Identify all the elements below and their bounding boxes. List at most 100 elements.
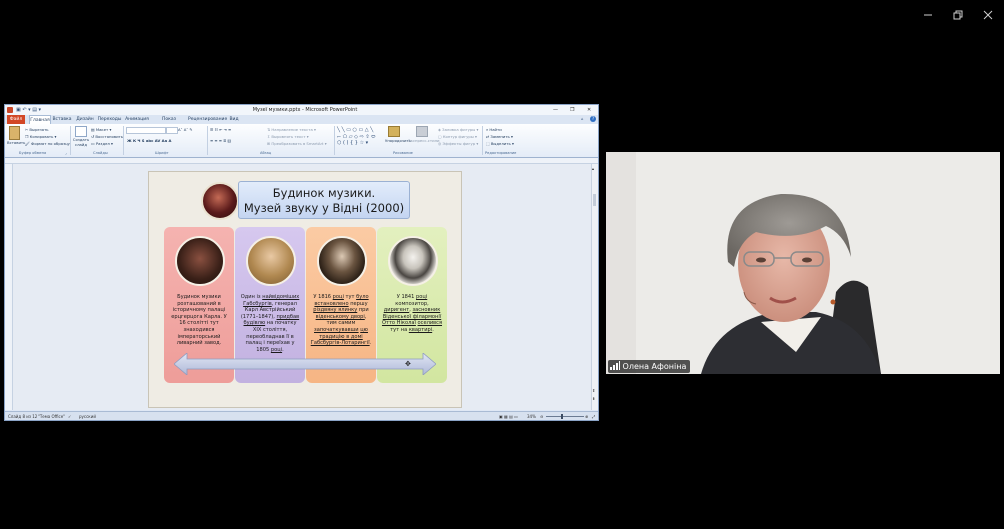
paste-label: Вставить <box>7 140 26 145</box>
quick-access-toolbar[interactable]: ▣ ↶ ▾ ▤ ▾ <box>16 105 41 115</box>
ppt-close-icon[interactable]: ✕ <box>587 105 591 115</box>
card-4-text-part: диригент <box>383 307 410 314</box>
cut-button[interactable]: ✂ Вырезать <box>25 127 49 132</box>
tab-animation[interactable]: Анимация <box>124 115 150 124</box>
convert-smartart-button[interactable]: ⊞ Преобразовать в SmartArt ▾ <box>267 141 327 146</box>
tab-view[interactable]: Вид <box>227 115 241 124</box>
view-buttons[interactable]: ▣ ▦ ▤ ▭ <box>499 412 518 420</box>
arrange-button[interactable]: Упорядочить <box>385 126 411 143</box>
restore-icon <box>953 10 963 20</box>
quick-styles-button[interactable]: Экспресс-стили <box>408 126 439 143</box>
outline-icon: ▢ <box>438 134 442 139</box>
ribbon-tabs: Файл Главная Вставка Дизайн Переходы Ани… <box>5 115 598 131</box>
tab-design[interactable]: Дизайн <box>75 115 95 124</box>
replace-icon: ⇄ <box>486 134 490 139</box>
card-3-text-part: році <box>332 294 344 300</box>
vertical-scrollbar[interactable]: ▴ ⇞ ⇟ <box>591 164 598 410</box>
reset-button[interactable]: ↺ Восстановить <box>91 134 123 139</box>
slide[interactable]: Будинок музики. Музей звуку у Відні (200… <box>148 171 462 408</box>
webcam-video-tile[interactable]: Олена Афоніна <box>606 152 1000 374</box>
ppt-restore-icon[interactable]: ❐ <box>570 105 574 115</box>
font-size-select[interactable] <box>166 127 178 134</box>
tab-file[interactable]: Файл <box>7 115 25 124</box>
ppt-logo-icon <box>7 107 13 113</box>
smartart-icon: ⊞ <box>267 141 271 146</box>
scroll-thumb[interactable] <box>593 194 596 206</box>
group-font-label: Шрифт <box>155 151 169 155</box>
card-photo-portrait-karl <box>246 236 296 286</box>
select-icon: ⬚ <box>486 141 490 146</box>
replace-button[interactable]: ⇄ Заменить ▾ <box>486 134 513 139</box>
tab-review[interactable]: Рецензирование <box>188 115 227 124</box>
participant-video <box>606 152 1000 374</box>
find-button[interactable]: ⌕ Найти <box>486 127 502 132</box>
group-drawing-label: Рисование <box>393 151 413 155</box>
fit-slide-icon[interactable]: ⤢ <box>592 412 595 420</box>
card-text-4: У 1841 році композитор, диригент, заснов… <box>381 294 443 334</box>
align-text-icon: ⇳ <box>267 134 271 139</box>
scroll-up-icon[interactable]: ▴ <box>592 166 594 171</box>
shape-fill-button[interactable]: ◈ Заливка фигуры ▾ <box>438 127 478 132</box>
layout-button[interactable]: ▤ Макет ▾ <box>91 127 111 132</box>
shapes-gallery[interactable]: ╲ ╲ ▭ ○ ▭ △ ╲ ⌐ ⬠ ▱ ◇ ⇨ ⇧ ⬭ ⬡ ( ) { } ☆ ▾ <box>337 127 383 148</box>
font-size-buttons[interactable]: A˄ A˅ ✎ <box>178 127 193 132</box>
participant-name: Олена Афоніна <box>622 362 687 371</box>
text-direction-label: Направление текста <box>271 127 313 132</box>
shape-outline-button[interactable]: ▢ Контур фигуры ▾ <box>438 134 477 139</box>
paste-button[interactable]: Вставить <box>7 126 25 145</box>
zoom-in-icon[interactable]: ⊕ <box>585 412 588 420</box>
card-3-text-part: віденському дворі <box>315 313 365 320</box>
help-icon[interactable]: ? <box>590 116 596 122</box>
tab-slideshow[interactable]: Показ слайдов <box>152 115 186 131</box>
convert-smartart-label: Преобразовать в SmartArt <box>271 141 324 146</box>
section-button[interactable]: ▭ Раздел ▾ <box>91 141 113 146</box>
restore-button[interactable] <box>951 8 965 22</box>
card-2-text-part: . <box>282 346 284 353</box>
tab-insert[interactable]: Вставка <box>52 115 72 124</box>
card-4-text-part: композитор, <box>395 300 429 307</box>
zoom-slider-thumb[interactable] <box>561 414 563 419</box>
card-3-text-part: Габсбургів-Лотарингії <box>310 340 370 347</box>
ribbon-collapse-icon[interactable]: ▵ <box>581 115 583 124</box>
card-3-text-part: У 1816 <box>313 294 333 300</box>
zoom-out-icon[interactable]: ⊖ <box>540 412 543 420</box>
powerpoint-window[interactable]: ▣ ↶ ▾ ▤ ▾ Музеї музики.pptx - Microsoft … <box>4 104 599 421</box>
copy-button[interactable]: ❐ Копировать ▾ <box>25 134 56 139</box>
replace-label: Заменить <box>490 134 510 139</box>
card-4-text-part: Отто Ніколаї <box>381 320 416 327</box>
card-3-text-part: започаткувавши <box>314 326 359 333</box>
layout-label: Макет <box>95 127 109 132</box>
next-slide-icon[interactable]: ⇟ <box>592 396 595 401</box>
close-button[interactable] <box>981 8 995 22</box>
tab-home[interactable]: Главная <box>29 115 51 124</box>
text-direction-button[interactable]: ⇅ Направление текста ▾ <box>267 127 316 132</box>
card-4-text-part: оселився <box>417 320 443 327</box>
shape-effects-button[interactable]: ◎ Эффекты фигур ▾ <box>438 141 478 146</box>
ppt-minimize-icon[interactable]: — <box>553 105 558 115</box>
align-text-button[interactable]: ⇳ Выровнять текст ▾ <box>267 134 309 139</box>
list-buttons[interactable]: ☰ ☷ ⇤ ⇥ ≡ <box>210 127 231 132</box>
minimize-icon <box>924 14 932 16</box>
card-4-text-part: квартирі <box>408 326 433 333</box>
slide-title[interactable]: Будинок музики. Музей звуку у Відні (200… <box>238 181 410 219</box>
spellcheck-icon[interactable]: ✓ <box>68 412 71 420</box>
group-editing-label: Редактирование <box>485 151 517 155</box>
find-label: Найти <box>489 127 502 132</box>
effects-icon: ◎ <box>438 141 442 146</box>
zoom-slider[interactable] <box>546 416 584 417</box>
font-style-buttons[interactable]: Ж К Ч S abc AV Aa A <box>127 138 171 143</box>
new-slide-button[interactable]: Создать слайд <box>72 126 90 147</box>
font-name-select[interactable] <box>126 127 166 134</box>
align-buttons[interactable]: ≡ ≡ ≡ ≣ ▥ <box>210 138 231 143</box>
card-photo-interior <box>175 236 225 286</box>
minimize-button[interactable] <box>921 8 935 22</box>
card-4-text-part: році <box>416 294 428 300</box>
cut-label: Вырезать <box>29 127 49 132</box>
dialog-launcher-icon[interactable]: ⌟ <box>65 151 67 155</box>
zoom-level: 34% <box>527 414 536 419</box>
tab-transitions[interactable]: Переходы <box>97 115 122 124</box>
format-painter-button[interactable]: 🖌 Формат по образцу <box>25 141 70 146</box>
brush-icon: 🖌 <box>25 141 30 146</box>
prev-slide-icon[interactable]: ⇞ <box>592 388 595 393</box>
select-button[interactable]: ⬚ Выделить ▾ <box>486 141 514 146</box>
